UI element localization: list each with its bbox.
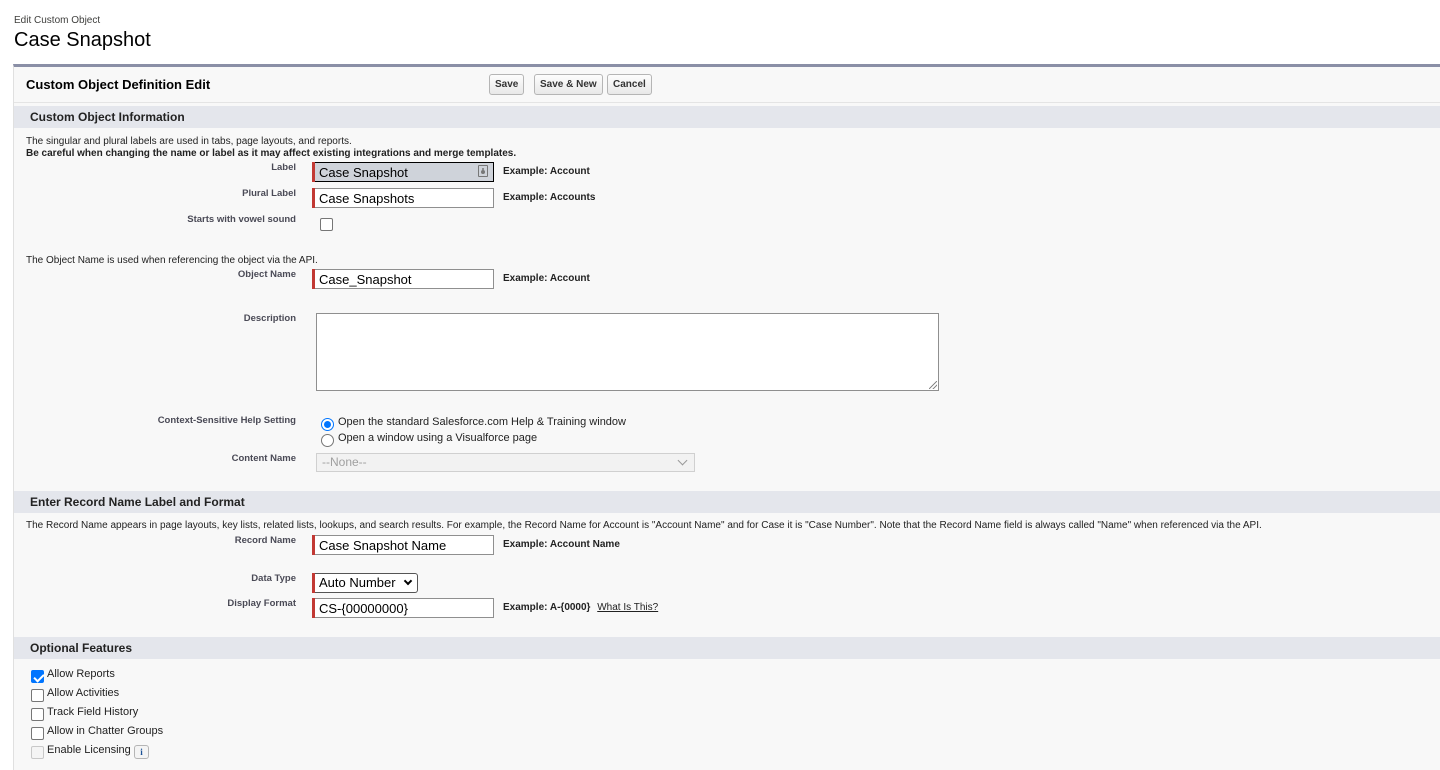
label-input-wrapper — [312, 162, 494, 182]
resize-grip-icon[interactable] — [929, 381, 937, 389]
allow-chatter-groups-label: Allow in Chatter Groups — [47, 725, 164, 737]
object-name-field-label: Object Name — [237, 269, 296, 280]
display-format-field-label: Display Format — [227, 598, 296, 609]
allow-reports-label: Allow Reports — [47, 668, 115, 680]
what-is-this-link[interactable]: What Is This? — [597, 602, 658, 613]
autofill-icon[interactable] — [478, 165, 488, 177]
enable-licensing-checkbox — [31, 746, 44, 759]
warning-text: Be careful when changing the name or lab… — [26, 148, 517, 159]
help-setting-field-label: Context-Sensitive Help Setting — [157, 415, 296, 426]
enable-licensing-label: Enable Licensing — [47, 744, 131, 756]
track-field-history-checkbox[interactable] — [31, 708, 44, 721]
help-visualforce-label: Open a window using a Visualforce page — [338, 432, 538, 444]
panel-header: Custom Object Definition Edit Save Save … — [14, 67, 1440, 103]
record-name-field-label: Record Name — [234, 535, 296, 546]
description-field-label: Description — [243, 313, 296, 324]
section-title: Enter Record Name Label and Format — [30, 495, 245, 509]
save-new-button[interactable]: Save & New — [534, 74, 603, 95]
info-icon[interactable]: i — [134, 745, 149, 759]
plural-label-example: Example: Accounts — [503, 192, 596, 203]
section-record-name: Enter Record Name Label and Format — [14, 491, 1440, 513]
track-field-history-label: Track Field History — [47, 706, 139, 718]
page-header: Edit Custom Object Case Snapshot — [14, 14, 151, 52]
object-name-example: Example: Account — [503, 273, 590, 284]
cancel-button[interactable]: Cancel — [607, 74, 652, 95]
record-name-info-text: The Record Name appears in page layouts,… — [26, 520, 1262, 531]
data-type-value: Auto Number — [319, 575, 396, 590]
label-input[interactable] — [315, 162, 494, 182]
page-type: Edit Custom Object — [14, 15, 101, 26]
content-name-select: --None-- — [316, 453, 695, 472]
panel-title: Custom Object Definition Edit — [26, 77, 211, 92]
label-example: Example: Account — [503, 166, 590, 177]
help-visualforce-radio[interactable] — [321, 434, 334, 447]
record-name-input[interactable] — [315, 535, 494, 555]
record-name-example: Example: Account Name — [503, 539, 620, 550]
section-optional-features: Optional Features — [14, 637, 1440, 659]
allow-reports-checkbox[interactable] — [31, 670, 44, 683]
label-field-label: Label — [271, 162, 296, 173]
help-standard-label: Open the standard Salesforce.com Help & … — [338, 416, 626, 428]
vowel-checkbox[interactable] — [320, 218, 333, 231]
plural-label-input-wrapper — [312, 188, 494, 208]
plural-label-input[interactable] — [315, 188, 494, 208]
section-title: Custom Object Information — [30, 110, 185, 124]
allow-activities-checkbox[interactable] — [31, 689, 44, 702]
allow-chatter-groups-checkbox[interactable] — [31, 727, 44, 740]
data-type-select-wrapper: Auto Number — [312, 573, 419, 593]
object-name-input[interactable] — [315, 269, 494, 289]
record-name-input-wrapper — [312, 535, 494, 555]
save-button[interactable]: Save — [489, 74, 525, 95]
description-textarea[interactable] — [316, 313, 939, 391]
page-title: Case Snapshot — [14, 29, 151, 51]
chevron-down-icon — [403, 576, 413, 586]
section-custom-object-info: Custom Object Information — [14, 106, 1440, 128]
display-format-input[interactable] — [315, 598, 494, 618]
data-type-select[interactable]: Auto Number — [315, 573, 418, 593]
info-text: The singular and plural labels are used … — [26, 136, 352, 147]
content-name-field-label: Content Name — [231, 453, 296, 464]
data-type-field-label: Data Type — [251, 573, 296, 584]
display-format-example-text: Example: A-{0000} — [503, 602, 591, 613]
api-info-text: The Object Name is used when referencing… — [26, 255, 318, 266]
display-format-example: Example: A-{0000} What Is This? — [503, 602, 658, 613]
vowel-field-label: Starts with vowel sound — [187, 214, 296, 225]
section-title: Optional Features — [30, 641, 133, 655]
help-standard-radio[interactable] — [321, 418, 334, 431]
chevron-down-icon — [677, 455, 688, 466]
content-name-value: --None-- — [322, 455, 367, 469]
allow-activities-label: Allow Activities — [47, 687, 120, 699]
object-name-input-wrapper — [312, 269, 494, 289]
edit-panel: Custom Object Definition Edit Save Save … — [13, 64, 1440, 770]
display-format-input-wrapper — [312, 598, 494, 618]
plural-label-field-label: Plural Label — [242, 188, 296, 199]
